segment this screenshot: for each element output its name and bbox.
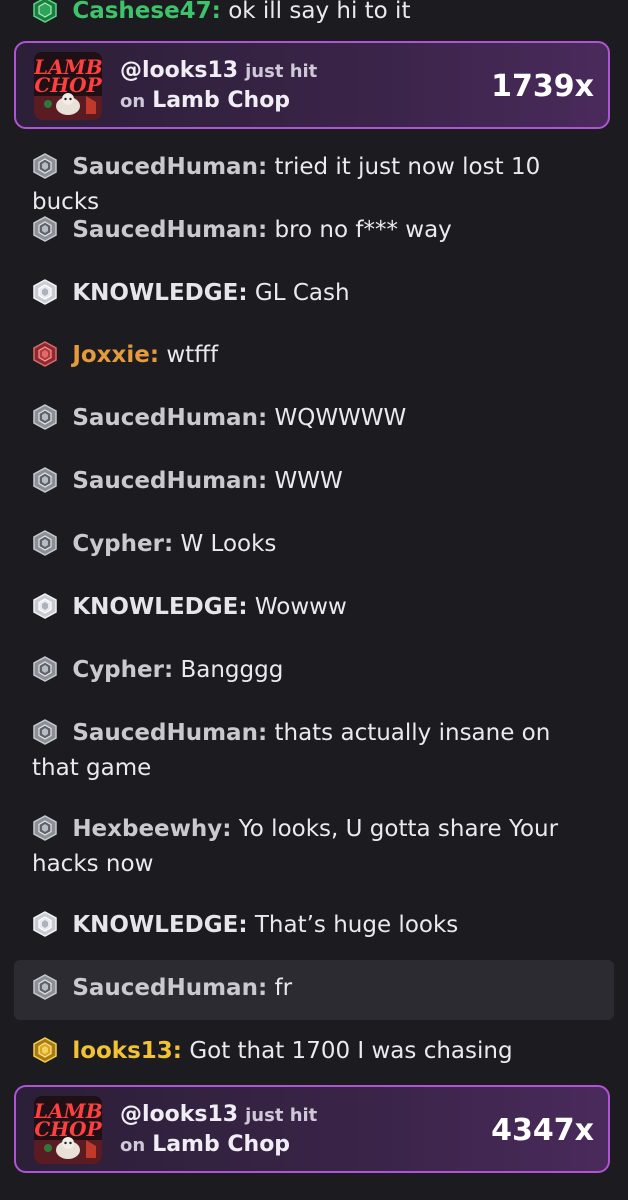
- chat-text: ok ill say hi to it: [228, 0, 411, 24]
- on-label: on: [120, 91, 146, 112]
- chat-username[interactable]: Joxxie:: [72, 342, 159, 368]
- emerald-badge-icon: [32, 0, 58, 23]
- chat-text: Got that 1700 I was chasing: [189, 1038, 513, 1064]
- chat-text: Bangggg: [180, 657, 284, 683]
- thumb-subtitle: CHOP: [34, 73, 102, 97]
- chat-message: SaucedHuman: WWW: [32, 464, 602, 499]
- chat-text: W Looks: [180, 531, 277, 557]
- just-hit-label: just hit: [245, 1105, 318, 1126]
- platinum-badge-icon: [32, 719, 58, 745]
- chat-message: KNOWLEDGE: Wowww: [32, 590, 602, 625]
- chat-message: looks13: Got that 1700 I was chasing: [32, 1034, 602, 1069]
- chat-text: Wowww: [254, 594, 347, 620]
- chat-username[interactable]: KNOWLEDGE:: [72, 912, 247, 938]
- gold-badge-icon: [32, 1037, 58, 1063]
- platinum-badge-icon: [32, 404, 58, 430]
- platinum-badge-icon: [32, 153, 58, 179]
- chat-username[interactable]: KNOWLEDGE:: [72, 594, 247, 620]
- chat-username[interactable]: Cashese47:: [72, 0, 221, 24]
- platinum-badge-icon: [32, 974, 58, 1000]
- platinum-badge-icon: [32, 815, 58, 841]
- chat-message: KNOWLEDGE: That’s huge looks: [32, 908, 602, 943]
- diamond-badge-icon: [32, 911, 58, 937]
- win-game-name[interactable]: Lamb Chop: [152, 88, 290, 113]
- chat-username[interactable]: SaucedHuman:: [72, 468, 267, 494]
- win-multiplier: 4347x: [491, 1113, 594, 1148]
- chat-text: WWW: [274, 468, 343, 494]
- chat-text: fr: [274, 975, 293, 1001]
- chat-text: bro no f*** way: [274, 217, 452, 243]
- game-thumbnail[interactable]: LAMB CHOP: [34, 52, 102, 120]
- chat-text: GL Cash: [254, 280, 350, 306]
- chat-username[interactable]: SaucedHuman:: [72, 720, 267, 746]
- big-win-card[interactable]: LAMB CHOP @looks13 just hit on Lamb Chop…: [14, 1085, 610, 1173]
- chat-message: Cypher: Bangggg: [32, 653, 602, 688]
- chat-text: That’s huge looks: [254, 912, 459, 938]
- chat-message: SaucedHuman: tried it just now lost 10 b…: [32, 150, 602, 220]
- chat-text: WQWWWW: [274, 405, 407, 431]
- on-label: on: [120, 1135, 146, 1156]
- chat-username[interactable]: looks13:: [72, 1038, 182, 1064]
- just-hit-label: just hit: [245, 61, 318, 82]
- thumb-subtitle: CHOP: [34, 1117, 102, 1141]
- ruby-badge-icon: [32, 341, 58, 367]
- win-game-name[interactable]: Lamb Chop: [152, 1132, 290, 1157]
- chat-username[interactable]: SaucedHuman:: [72, 154, 267, 180]
- chat-message: Hexbeewhy: Yo looks, U gotta share Your …: [32, 812, 602, 882]
- platinum-badge-icon: [32, 530, 58, 556]
- chat-message: SaucedHuman: fr: [32, 971, 602, 1006]
- chat-username[interactable]: Cypher:: [72, 531, 173, 557]
- diamond-badge-icon: [32, 593, 58, 619]
- chat-message: SaucedHuman: bro no f*** way: [32, 213, 602, 248]
- big-win-card[interactable]: LAMB CHOP @looks13 just hit on Lamb Chop…: [14, 41, 610, 129]
- chat-username[interactable]: SaucedHuman:: [72, 405, 267, 431]
- chat-message: Joxxie: wtfff: [32, 338, 602, 373]
- chat-message: Cypher: W Looks: [32, 527, 602, 562]
- chat-message: SaucedHuman: WQWWWW: [32, 401, 602, 436]
- chat-username[interactable]: Hexbeewhy:: [72, 816, 231, 842]
- win-user-handle[interactable]: @looks13: [120, 1102, 238, 1127]
- chat-username[interactable]: Cypher:: [72, 657, 173, 683]
- chat-text: wtfff: [166, 342, 219, 368]
- chat-username[interactable]: KNOWLEDGE:: [72, 280, 247, 306]
- diamond-badge-icon: [32, 279, 58, 305]
- chat-username[interactable]: SaucedHuman:: [72, 217, 267, 243]
- chat-message: KNOWLEDGE: GL Cash: [32, 276, 602, 311]
- win-multiplier: 1739x: [491, 69, 594, 104]
- chat-message: Cashese47: ok ill say hi to it: [32, 0, 602, 29]
- platinum-badge-icon: [32, 656, 58, 682]
- win-user-handle[interactable]: @looks13: [120, 58, 238, 83]
- chat-username[interactable]: SaucedHuman:: [72, 975, 267, 1001]
- chat-message: SaucedHuman: thats actually insane on th…: [32, 716, 602, 786]
- platinum-badge-icon: [32, 467, 58, 493]
- game-thumbnail[interactable]: LAMB CHOP: [34, 1096, 102, 1164]
- platinum-badge-icon: [32, 216, 58, 242]
